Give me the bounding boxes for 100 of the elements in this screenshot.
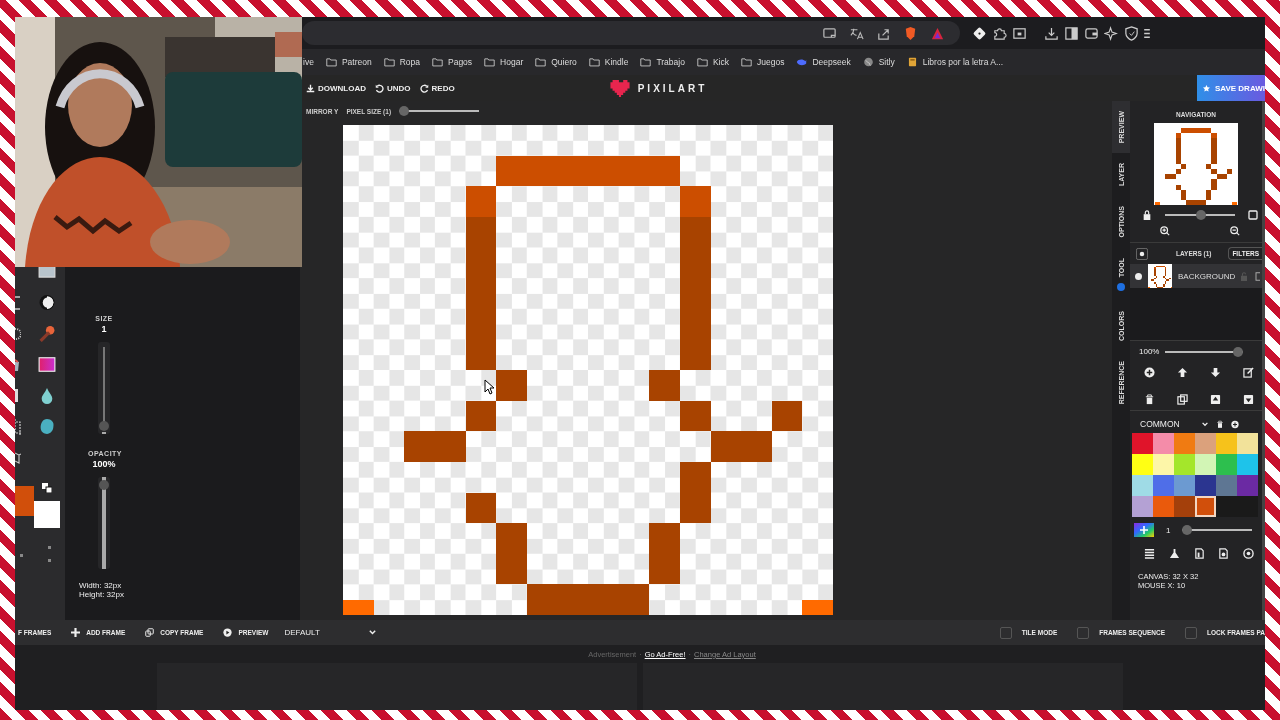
palette-swatch[interactable] [1174, 475, 1195, 496]
target-icon[interactable] [1243, 548, 1254, 559]
bookmark-item[interactable]: Deepseek [796, 57, 851, 67]
contrast-icon[interactable] [38, 294, 56, 311]
square-icon[interactable] [1248, 210, 1258, 220]
merge-down-icon[interactable] [1243, 394, 1254, 405]
palette-swatch[interactable] [1174, 454, 1195, 475]
wallet-icon[interactable] [1084, 25, 1099, 41]
trash-icon[interactable] [1144, 394, 1155, 405]
palette-swatch[interactable] [1237, 475, 1258, 496]
bucket-icon[interactable] [15, 356, 21, 373]
edit-icon[interactable] [1243, 367, 1254, 378]
slider-thumb[interactable] [99, 421, 109, 431]
lock-icon[interactable] [1142, 210, 1152, 220]
palette-swatch[interactable] [1216, 454, 1237, 475]
palette-swatch[interactable] [1216, 496, 1237, 517]
header-action-button[interactable]: REDO [419, 83, 455, 93]
add-color-icon[interactable] [1230, 419, 1239, 429]
palette-swatch[interactable] [1216, 433, 1237, 454]
save-drawing-button[interactable]: SAVE DRAWI [1197, 75, 1265, 101]
chevron-down-icon[interactable] [367, 628, 377, 637]
bookmark-item[interactable]: Patreon [325, 57, 372, 67]
palette-swatch[interactable] [1153, 454, 1174, 475]
animation-dropdown[interactable]: DEFAULT [284, 628, 320, 637]
palette-swatch[interactable] [1216, 475, 1237, 496]
secondary-color-swatch[interactable] [34, 501, 60, 528]
add-layer-icon[interactable] [1144, 367, 1155, 378]
bookmark-item[interactable]: Juegos [741, 57, 785, 67]
bracket-icon[interactable] [15, 294, 21, 311]
palette-swatch[interactable] [1174, 496, 1195, 517]
palette-name[interactable]: COMMON [1140, 419, 1180, 429]
palette-swatch[interactable] [1195, 433, 1216, 454]
bookmark-item[interactable]: Kick [696, 57, 729, 67]
crop-icon[interactable] [15, 418, 21, 435]
puzzle-icon[interactable] [992, 25, 1007, 41]
palette-swatch[interactable] [1153, 496, 1174, 517]
trash-icon[interactable] [1215, 419, 1224, 429]
bookmark-item[interactable]: Libros por la letra A... [906, 57, 1004, 67]
pen-icon[interactable] [15, 387, 21, 404]
cast-icon[interactable] [822, 25, 837, 41]
shield-icon[interactable] [1124, 25, 1139, 41]
header-action-button[interactable]: DOWNLOAD [306, 83, 366, 93]
palette-swatch[interactable] [1153, 475, 1174, 496]
bookmark-item[interactable]: Pagos [432, 57, 473, 67]
primary-color-swatch[interactable] [15, 486, 34, 516]
zoom-out-icon[interactable] [1230, 226, 1240, 236]
palette-swatch[interactable] [1237, 496, 1258, 517]
palette-swatch[interactable] [1237, 433, 1258, 454]
checkbox[interactable] [999, 626, 1012, 639]
palette-swatch[interactable] [1195, 454, 1216, 475]
blob-icon[interactable] [38, 418, 56, 435]
arrow-down-icon[interactable] [1210, 367, 1221, 378]
visibility-dot-icon[interactable] [1135, 272, 1142, 280]
header-action-button[interactable]: UNDO [375, 83, 411, 93]
sparkle-icon[interactable] [1104, 25, 1119, 41]
duplicate-icon[interactable] [1177, 394, 1188, 405]
file-icon[interactable] [1193, 548, 1205, 559]
palette-swatch[interactable] [1132, 475, 1153, 496]
download-icon[interactable] [1044, 25, 1059, 41]
opacity-slider[interactable] [98, 477, 110, 569]
download-icon [306, 83, 315, 93]
layer-row[interactable]: BACKGROUND [1130, 264, 1262, 288]
slider-thumb[interactable] [99, 480, 109, 490]
palette-swatch[interactable] [1132, 454, 1153, 475]
slider-thumb[interactable] [1196, 210, 1206, 220]
bookmark-item[interactable]: Kindle [588, 57, 629, 67]
rainbow-add-icon[interactable] [1134, 523, 1154, 537]
palette-swatch[interactable] [1174, 433, 1195, 454]
merge-up-icon[interactable] [1210, 394, 1221, 405]
palette-swatch[interactable] [1132, 496, 1153, 517]
sidebar-icon[interactable] [1064, 25, 1079, 41]
bookmark-item[interactable]: Trabajo [640, 57, 685, 67]
list-icon[interactable] [1144, 548, 1155, 559]
triangle-icon[interactable] [930, 25, 945, 41]
stamp-icon[interactable] [38, 325, 56, 342]
checkbox[interactable] [1184, 626, 1197, 639]
palette-swatch[interactable] [1195, 475, 1216, 496]
gradient-swatch-icon[interactable] [38, 356, 56, 373]
copy-icon[interactable] [1255, 271, 1261, 281]
swap-colors-icon[interactable] [42, 483, 52, 493]
slider-thumb[interactable] [399, 106, 410, 116]
palette-swatch[interactable] [1132, 433, 1153, 454]
settings-icon[interactable] [1136, 247, 1148, 260]
zoom-in-icon[interactable] [1160, 226, 1170, 236]
bookmark-item[interactable]: Quiero [535, 57, 577, 67]
slider-thumb[interactable] [1233, 346, 1244, 357]
slider-thumb[interactable] [1182, 525, 1193, 535]
size-slider[interactable] [98, 342, 110, 434]
bookmark-item[interactable]: Sitly [862, 57, 895, 67]
palette-swatch[interactable] [1195, 496, 1216, 517]
bookmark-item[interactable]: ive [303, 57, 314, 67]
bookmark-item[interactable]: Hogar [484, 57, 524, 67]
image-file-icon[interactable] [1218, 548, 1230, 559]
palette-swatch[interactable] [1153, 433, 1174, 454]
arrow-up-icon[interactable] [1177, 367, 1188, 378]
bookmark-item[interactable]: Ropa [383, 57, 420, 67]
window-icon[interactable] [1012, 25, 1027, 41]
flask-icon[interactable] [1168, 548, 1180, 559]
checkbox[interactable] [1077, 626, 1090, 639]
palette-swatch[interactable] [1237, 454, 1258, 475]
